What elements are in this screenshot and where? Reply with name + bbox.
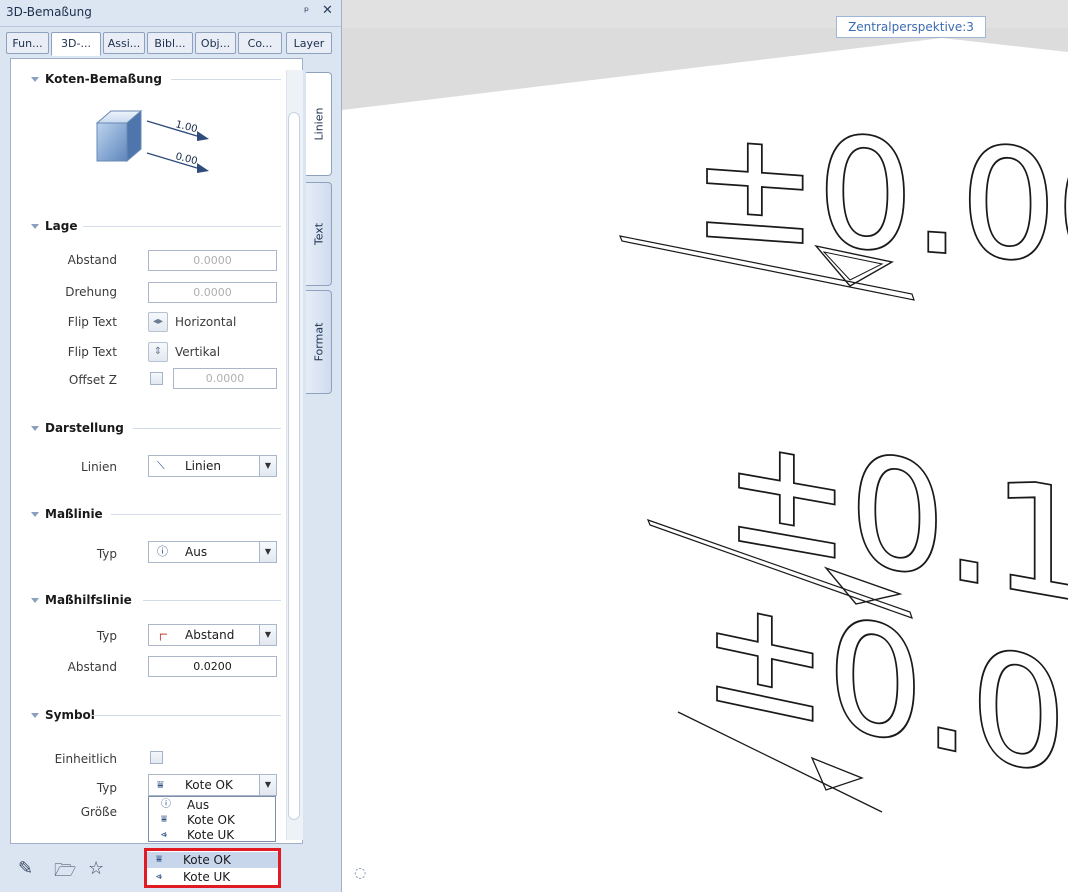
eyedropper-icon[interactable]: ✎ — [18, 858, 33, 879]
section-title: Symbol — [45, 708, 95, 722]
viewport-scene: ±0.00 ±0.00 ±0.11 ±0.11 ±0.00 ±0.00 — [342, 0, 1068, 832]
kote-ok-icon: ⩸ — [156, 854, 163, 865]
drehung-label: Drehung — [65, 285, 117, 299]
view-navigation-icon[interactable]: ◌ — [354, 865, 366, 881]
favorites-icon[interactable]: ☆ — [88, 858, 104, 879]
preview-top-value: 1.00 — [174, 119, 198, 135]
tab-3d-dimension[interactable]: 3D-... — [51, 32, 101, 56]
einheitlich-label: Einheitlich — [54, 752, 117, 766]
list-item-label: Kote UK — [183, 870, 231, 884]
tab-connect[interactable]: Co... — [238, 32, 282, 54]
vtab-format[interactable]: Format — [306, 290, 332, 394]
highlighted-symbol-list: ⩸ Kote OK ⩹ Kote UK — [144, 848, 281, 888]
offset-line-icon: ┌╴ — [157, 628, 171, 641]
kote-ok-icon: ⩸ — [161, 814, 168, 825]
linien-label: Linien — [81, 460, 117, 474]
section-title: Maßlinie — [45, 507, 103, 521]
masslinie-typ-combo[interactable]: ⓘ Aus ▼ — [148, 541, 277, 563]
chevron-down-icon[interactable]: ▼ — [259, 542, 276, 562]
abstand-field[interactable]: 0.0000 — [148, 250, 277, 271]
view-name-label[interactable]: Zentralperspektive:3 — [836, 16, 986, 38]
masshilfslinie-typ-value: Abstand — [185, 628, 235, 642]
section-darstellung[interactable]: Darstellung — [31, 421, 124, 435]
linien-combo-value: Linien — [185, 459, 221, 473]
kote-uk-icon: ⩹ — [156, 871, 162, 882]
tab-objects[interactable]: Obj... — [195, 32, 236, 54]
chevron-down-icon[interactable]: ▼ — [259, 456, 276, 476]
kote-uk-icon: ⩹ — [161, 829, 167, 840]
tab-assistants[interactable]: Assi... — [103, 32, 145, 54]
info-icon: ⓘ — [161, 799, 171, 810]
masshilfslinie-abstand-field[interactable]: 0.0200 — [148, 656, 277, 677]
symbol-typ-dropdown: ⓘ Aus ⩸ Kote OK ⩹ Kote UK — [148, 796, 276, 842]
dimension-preview-image: 1.00 0.00 — [95, 109, 209, 173]
masslinie-typ-value: Aus — [185, 545, 208, 559]
section-title: Lage — [45, 219, 78, 233]
groesse-label: Größe — [80, 805, 117, 819]
flip-vertical-icon[interactable]: ⇕ — [148, 342, 168, 362]
tab-library[interactable]: Bibl... — [147, 32, 193, 54]
flip-vertical-value: Vertikal — [175, 345, 221, 359]
close-icon[interactable]: ✕ — [322, 3, 333, 18]
section-title: Koten-Bemaßung — [45, 72, 162, 86]
palette-scrollbar-thumb[interactable] — [288, 112, 300, 820]
drehung-field[interactable]: 0.0000 — [148, 282, 277, 303]
symbol-typ-label: Typ — [96, 781, 117, 795]
dropdown-option-kote-ok[interactable]: ⩸ Kote OK — [149, 813, 275, 827]
flip-horizontal-icon[interactable]: ◂▸ — [148, 312, 168, 332]
flip-horizontal-value: Horizontal — [175, 315, 237, 329]
preview-bottom-value: 0.00 — [174, 151, 198, 167]
section-title: Darstellung — [45, 421, 124, 435]
list-item-label: Kote OK — [183, 853, 231, 867]
3d-viewport[interactable]: ±0.00 ±0.00 ±0.11 ±0.11 ±0.00 ±0.00 — [342, 0, 1068, 892]
vtab-label: Linien — [312, 107, 325, 141]
open-folder-icon[interactable]: 🗁 — [54, 858, 76, 888]
tab-layer[interactable]: Layer — [286, 32, 332, 54]
symbol-typ-combo[interactable]: ⩸ Kote OK ▼ — [148, 774, 277, 796]
kote-ok-icon: ⩸ — [157, 778, 164, 791]
masslinie-typ-label: Typ — [96, 547, 117, 561]
tab-functions[interactable]: Fun... — [6, 32, 49, 54]
info-icon: ⓘ — [157, 545, 168, 558]
list-item-kote-ok[interactable]: ⩸ Kote OK — [147, 852, 278, 868]
section-symbol[interactable]: Symbol — [31, 708, 95, 722]
symbol-typ-value: Kote OK — [185, 778, 233, 792]
chevron-down-icon[interactable]: ▼ — [259, 775, 276, 795]
section-masslinie[interactable]: Maßlinie — [31, 507, 103, 521]
masshilfslinie-typ-label: Typ — [96, 629, 117, 643]
palette-title: 3D-Bemaßung — [6, 5, 92, 19]
pin-icon[interactable]: ᵖ — [304, 4, 309, 18]
linien-combo[interactable]: ⟍ Linien ▼ — [148, 455, 277, 477]
vtab-label: Format — [312, 322, 325, 362]
abstand-label: Abstand — [67, 253, 117, 267]
option-label: Kote OK — [187, 813, 235, 827]
list-item-kote-uk[interactable]: ⩹ Kote UK — [147, 869, 278, 885]
option-label: Aus — [187, 798, 210, 812]
masshilfslinie-typ-combo[interactable]: ┌╴ Abstand ▼ — [148, 624, 277, 646]
dropdown-option-aus[interactable]: ⓘ Aus — [149, 798, 275, 812]
section-lage[interactable]: Lage — [31, 219, 77, 233]
einheitlich-checkbox[interactable] — [150, 751, 163, 764]
section-masshilfslinie[interactable]: Maßhilfslinie — [31, 593, 132, 607]
vtab-linien[interactable]: Linien — [306, 72, 332, 176]
elevation-text-fill: ±0.00 — [692, 97, 1068, 303]
palette-content: Koten-Bemaßung 1.00 0.00 Lage Abstand 0.… — [10, 58, 303, 844]
vtab-text[interactable]: Text — [306, 182, 332, 286]
offset-z-field[interactable]: 0.0000 — [173, 368, 277, 389]
offset-z-checkbox[interactable] — [150, 372, 163, 385]
dropdown-option-kote-uk[interactable]: ⩹ Kote UK — [149, 828, 275, 840]
chevron-down-icon[interactable]: ▼ — [259, 625, 276, 645]
palette-titlebar[interactable]: 3D-Bemaßung ᵖ ✕ — [0, 0, 341, 27]
elevation-label-1: ±0.00 ±0.00 — [690, 95, 1068, 304]
option-label: Kote UK — [187, 828, 235, 840]
line-icon: ⟍ — [157, 459, 165, 472]
masshilfslinie-abstand-label: Abstand — [67, 660, 117, 674]
section-title: Maßhilfslinie — [45, 593, 132, 607]
section-koten-bemassung[interactable]: Koten-Bemaßung — [31, 72, 162, 86]
flip-text-vertical-label: Flip Text — [67, 345, 117, 359]
flip-text-horizontal-label: Flip Text — [67, 315, 117, 329]
offset-z-label: Offset Z — [68, 373, 117, 387]
vtab-label: Text — [312, 222, 325, 246]
